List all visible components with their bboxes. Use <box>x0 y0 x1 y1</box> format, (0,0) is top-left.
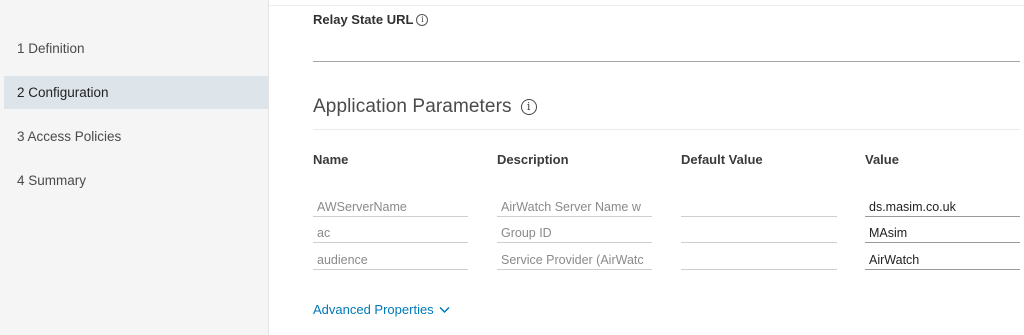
column-header-default-value: Default Value <box>681 152 763 167</box>
column-header-value: Value <box>865 152 899 167</box>
section-divider <box>313 129 1020 130</box>
step-definition[interactable]: 1 Definition <box>4 32 268 65</box>
section-title-text: Application Parameters <box>313 96 512 117</box>
column-header-name: Name <box>313 152 349 167</box>
param-default-value-cell <box>681 223 837 243</box>
info-icon[interactable]: i <box>416 13 429 26</box>
param-value-input[interactable]: ds.masim.co.uk <box>865 197 1020 217</box>
step-label: 4 Summary <box>17 173 87 188</box>
param-description-cell: AirWatch Server Name w <box>497 197 652 217</box>
info-icon[interactable]: i <box>520 99 537 115</box>
chevron-down-icon <box>439 306 450 313</box>
param-description-cell: Service Provider (AirWatc <box>497 250 652 270</box>
step-access-policies[interactable]: 3 Access Policies <box>4 120 268 153</box>
param-description-cell: Group ID <box>497 223 652 243</box>
step-label: 3 Access Policies <box>17 129 122 144</box>
relay-state-label-text: Relay State URL <box>313 12 414 27</box>
relay-state-url-input[interactable] <box>313 40 1020 62</box>
param-value-input[interactable]: AirWatch <box>865 250 1020 270</box>
param-default-value-cell <box>681 197 837 217</box>
step-summary[interactable]: 4 Summary <box>4 164 268 197</box>
step-label: 1 Definition <box>17 41 85 56</box>
param-value-input[interactable]: MAsim <box>865 223 1020 243</box>
param-default-value-cell <box>681 250 837 270</box>
param-name-cell: ac <box>313 223 468 243</box>
column-header-description: Description <box>497 152 569 167</box>
param-name-cell: AWServerName <box>313 197 468 217</box>
relay-state-label: Relay State URL i <box>313 12 429 27</box>
top-divider <box>269 5 1024 6</box>
step-label: 2 Configuration <box>17 85 109 100</box>
wizard-sidebar: 1 Definition 2 Configuration 3 Access Po… <box>0 0 269 335</box>
advanced-properties-link[interactable]: Advanced Properties <box>313 302 450 317</box>
advanced-properties-label: Advanced Properties <box>313 302 434 317</box>
step-configuration[interactable]: 2 Configuration <box>4 76 268 109</box>
param-name-cell: audience <box>313 250 468 270</box>
application-parameters-title: Application Parameters i <box>313 96 537 118</box>
